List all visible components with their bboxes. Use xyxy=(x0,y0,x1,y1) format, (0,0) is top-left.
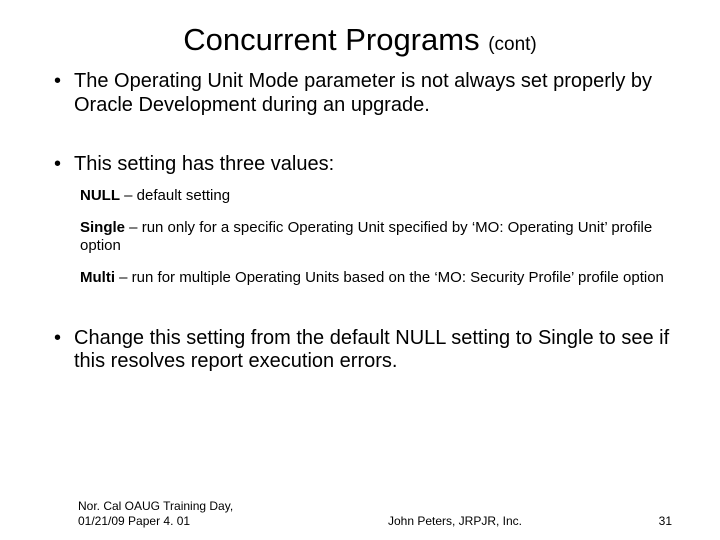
bullet-2-text: This setting has three values: xyxy=(74,153,672,177)
value-null-name: NULL xyxy=(80,187,120,204)
slide-title: Concurrent Programs (cont) xyxy=(0,0,720,58)
bullet-icon: • xyxy=(54,153,74,177)
bullet-3-text: Change this setting from the default NUL… xyxy=(74,327,672,374)
title-main: Concurrent Programs xyxy=(183,22,488,57)
bullet-icon: • xyxy=(54,70,74,94)
page-number: 31 xyxy=(632,514,672,528)
slide: Concurrent Programs (cont) • The Operati… xyxy=(0,0,720,540)
value-multi-name: Multi xyxy=(80,269,115,286)
bullet-icon: • xyxy=(54,327,74,351)
bullet-1-text: The Operating Unit Mode parameter is not… xyxy=(74,70,672,117)
value-multi: Multi – run for multiple Operating Units… xyxy=(80,269,672,287)
value-single: Single – run only for a specific Operati… xyxy=(80,219,672,255)
value-multi-desc: – run for multiple Operating Units based… xyxy=(115,269,664,286)
slide-footer: Nor. Cal OAUG Training Day, 01/21/09 Pap… xyxy=(0,499,720,528)
bullet-1: • The Operating Unit Mode parameter is n… xyxy=(48,70,672,117)
bullet-2: • This setting has three values: xyxy=(48,153,672,177)
spacer xyxy=(48,127,672,153)
slide-body: • The Operating Unit Mode parameter is n… xyxy=(0,58,720,374)
value-null: NULL – default setting xyxy=(80,187,672,205)
value-single-name: Single xyxy=(80,219,125,236)
value-single-desc: – run only for a specific Operating Unit… xyxy=(80,219,652,254)
title-cont: (cont) xyxy=(488,34,537,55)
value-null-desc: – default setting xyxy=(120,187,230,204)
bullet-3: • Change this setting from the default N… xyxy=(48,327,672,374)
spacer xyxy=(48,301,672,327)
value-list: NULL – default setting Single – run only… xyxy=(48,187,672,287)
footer-center: John Peters, JRPJR, Inc. xyxy=(388,514,522,528)
footer-left: Nor. Cal OAUG Training Day, 01/21/09 Pap… xyxy=(78,499,278,528)
